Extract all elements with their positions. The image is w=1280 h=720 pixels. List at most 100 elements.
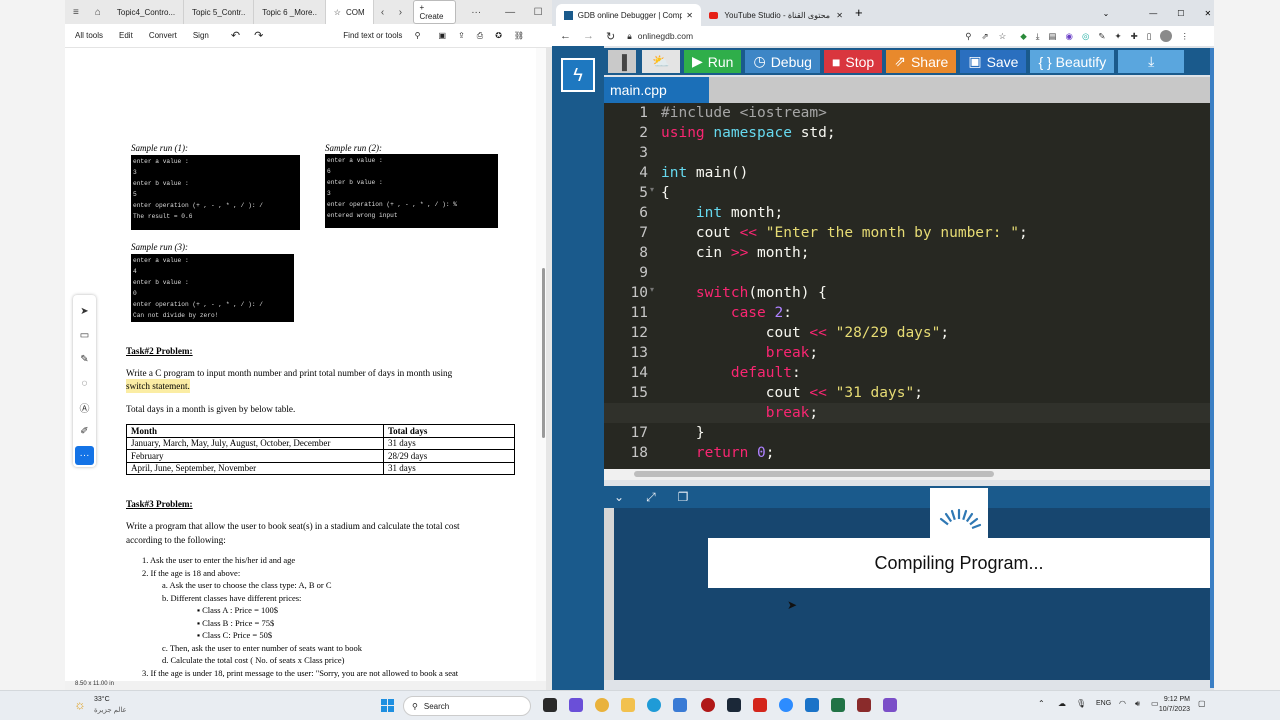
copy-icon[interactable]: ❐ <box>678 490 689 504</box>
cloud-icon[interactable]: ☁ <box>1058 699 1066 708</box>
stop-button[interactable]: ■ Stop <box>823 50 883 73</box>
volume-icon[interactable]: 🔊︎ <box>1135 699 1140 709</box>
taskbar-search-field[interactable]: ⚲ Search <box>403 696 531 716</box>
file-tab-main[interactable]: main.cpp <box>604 77 709 103</box>
back-icon[interactable]: ← <box>560 30 571 42</box>
clock-time[interactable]: 9:12 PM <box>1162 696 1190 703</box>
url-field[interactable]: 🔒︎ onlinegdb.com <box>627 31 917 42</box>
close-icon[interactable]: ✕ <box>686 11 693 20</box>
pdf-tab[interactable]: Topic 6 _More.. <box>254 0 326 24</box>
lasso-icon[interactable]: ◌ <box>73 371 96 395</box>
app-icon[interactable] <box>805 698 819 712</box>
maximize-icon[interactable]: ☐ <box>1177 9 1184 18</box>
sidebar-icon[interactable]: ▯ <box>1147 31 1152 42</box>
ai-icon[interactable]: ✪ <box>495 31 502 40</box>
gdb-logo-icon[interactable]: ϟ <box>561 58 595 92</box>
save-icon[interactable]: ▣ <box>439 31 447 40</box>
weather-place[interactable]: عالم جزيرة <box>94 706 127 714</box>
menu-edit[interactable]: Edit <box>119 31 133 40</box>
share-button[interactable]: ⇗ Share <box>886 50 957 73</box>
close-icon[interactable]: ✕ <box>836 11 843 20</box>
upload-icon[interactable]: ⇪ <box>458 31 465 40</box>
menu-all-tools[interactable]: All tools <box>75 31 103 40</box>
expand-icon[interactable]: ⤢ <box>646 490 656 505</box>
download-icon[interactable]: ⤓ <box>1036 31 1040 42</box>
new-tab-icon[interactable]: + <box>855 5 863 20</box>
chevron-left-icon[interactable]: ‹ <box>374 7 392 18</box>
chrome-icon[interactable] <box>595 698 609 712</box>
redo-icon[interactable]: ↷ <box>254 29 263 42</box>
edge-icon[interactable] <box>647 698 661 712</box>
taskview-icon[interactable] <box>543 698 557 712</box>
more-icon[interactable]: ··· <box>456 7 496 18</box>
file-explorer-icon[interactable] <box>621 698 635 712</box>
kebab-menu-icon[interactable]: ⋮ <box>1180 31 1189 42</box>
maximize-icon[interactable]: ☐ <box>524 7 552 18</box>
link-icon[interactable]: ⛓ <box>514 31 524 40</box>
pdf-tab[interactable]: Topic4_Contro... <box>109 0 184 24</box>
page-scrollbar[interactable] <box>1210 48 1214 688</box>
code-editor[interactable]: 123456789101112131415161718 #include <io… <box>604 103 1210 469</box>
app-icon[interactable] <box>701 698 715 712</box>
select-icon[interactable]: ➤ <box>73 299 96 323</box>
minimize-icon[interactable]: — <box>1149 9 1157 18</box>
fold-arrow-icon[interactable]: ▾ <box>650 285 654 294</box>
extension-icon[interactable]: ▤ <box>1049 31 1057 42</box>
chevron-down-icon[interactable]: ⌄ <box>1103 9 1110 18</box>
weather-temp[interactable]: 33°C <box>94 696 110 703</box>
language-indicator[interactable]: ENG <box>1096 700 1111 707</box>
browser-tab-youtube[interactable]: YouTube Studio - محتوى القناة ✕ <box>701 4 851 26</box>
extension-icon[interactable]: ◉ <box>1066 31 1073 42</box>
more-tools-icon[interactable]: ··· <box>73 443 96 467</box>
zoom-icon[interactable]: ⚲ <box>965 31 971 42</box>
upload-icon[interactable]: ⛅ <box>642 50 680 73</box>
print-icon[interactable]: ⎙ <box>477 31 483 41</box>
editor-horizontal-scrollbar[interactable] <box>604 469 1210 480</box>
create-button[interactable]: + Create <box>413 0 457 24</box>
hamburger-icon[interactable]: ≡ <box>65 7 87 18</box>
steam-icon[interactable] <box>727 698 741 712</box>
tray-chevron-icon[interactable]: ⌃ <box>1038 699 1045 708</box>
excel-icon[interactable] <box>831 698 845 712</box>
beautify-button[interactable]: { } Beautify <box>1030 50 1115 73</box>
chevron-right-icon[interactable]: › <box>391 7 409 18</box>
menu-sign[interactable]: Sign <box>193 31 209 40</box>
forward-icon[interactable]: → <box>583 30 594 42</box>
home-icon[interactable]: ⌂ <box>87 7 109 18</box>
bookmark-star-icon[interactable]: ☆ <box>999 31 1007 42</box>
notification-icon[interactable]: ▢ <box>1198 699 1206 708</box>
find-tools[interactable]: Find text or tools ⚲ <box>333 31 420 40</box>
browser-tab-gdb[interactable]: GDB online Debugger | Compile ✕ <box>556 4 701 26</box>
meet-icon[interactable] <box>569 698 583 712</box>
app-icon[interactable] <box>883 698 897 712</box>
clock-date[interactable]: 10/7/2023 <box>1152 706 1190 713</box>
reload-icon[interactable]: ↻ <box>606 30 615 43</box>
extension-icon[interactable]: ◎ <box>1082 31 1089 42</box>
new-file-icon[interactable]: ▐ <box>608 50 636 73</box>
zoom-app-icon[interactable] <box>779 698 793 712</box>
extension-icon[interactable]: ✦ <box>1115 31 1122 42</box>
comment-icon[interactable]: ▭ <box>73 323 96 347</box>
close-window-icon[interactable]: ✕ <box>1204 9 1211 18</box>
text-box-icon[interactable]: Ⓐ <box>73 395 96 419</box>
acrobat-icon[interactable] <box>753 698 767 712</box>
puzzle-icon[interactable]: ✚ <box>1131 31 1138 42</box>
save-button[interactable]: ▣ Save <box>960 50 1027 73</box>
avatar[interactable] <box>1160 30 1173 42</box>
stamp-icon[interactable]: ✐ <box>73 419 96 443</box>
pen-icon[interactable]: ✎ <box>73 347 96 371</box>
minimize-icon[interactable]: — <box>496 7 524 18</box>
pdf-tab-active[interactable]: ☆ COM <box>325 0 374 24</box>
wifi-icon[interactable]: ◠ <box>1119 699 1126 708</box>
collapse-chevron-icon[interactable]: ⌄ <box>614 490 624 504</box>
pdf-tab[interactable]: Topic 5_Contr.. <box>184 0 255 24</box>
mic-icon[interactable]: 🎙︎ <box>1076 699 1086 708</box>
extension-icon[interactable]: ✎ <box>1098 31 1105 42</box>
extension-icon[interactable]: ◆ <box>1020 31 1027 42</box>
share-page-icon[interactable]: ⇗ <box>981 31 988 42</box>
winrar-icon[interactable] <box>857 698 871 712</box>
download-code-icon[interactable]: ⤓ <box>1118 50 1185 73</box>
menu-convert[interactable]: Convert <box>149 31 177 40</box>
run-button[interactable]: ▶ Run <box>684 50 742 73</box>
start-windows-icon[interactable] <box>381 699 394 712</box>
